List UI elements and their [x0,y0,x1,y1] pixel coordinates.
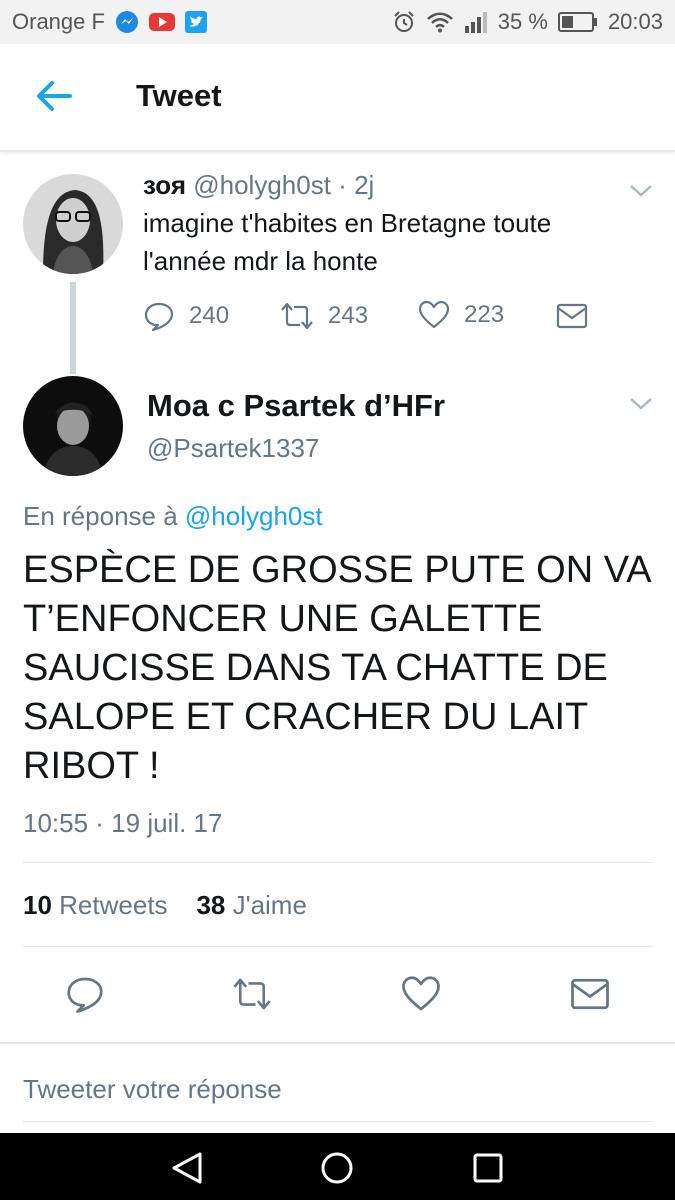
avatar-holygh0st[interactable] [23,174,123,274]
parent-tweet-menu-chevron-icon[interactable] [628,183,654,199]
home-circle-icon[interactable] [320,1151,354,1185]
tweet-text: ESPÈCE DE GROSSE PUTE ON VA T’ENFONCER U… [23,549,650,787]
parent-tweet-age: 2j [354,170,375,200]
twitter-icon [184,11,207,33]
reply-context: En réponse à @holygh0st [23,501,323,532]
retweet-count: 10 [23,890,52,920]
battery-icon [557,12,597,32]
retweet-icon [281,302,313,330]
back-arrow-icon[interactable] [34,78,74,114]
like-label: J'aime [232,890,307,920]
avatar-psartek1337[interactable] [23,376,123,476]
battery-percent: 35 % [497,9,548,34]
parent-dm-envelope-icon[interactable] [556,302,588,330]
parent-retweet-button[interactable]: 243 [280,300,368,332]
retweets-stat[interactable]: 10 Retweets [23,890,168,920]
divider [23,946,653,947]
separator: · [338,170,347,200]
wifi-icon [426,12,453,33]
reply-prefix: En réponse à [23,501,178,531]
tweet-timestamp: 10:55 · 19 juil. 17 [23,808,223,838]
app-bar: Tweet [0,44,675,152]
divider [23,862,653,863]
likes-stat[interactable]: 38 J'aime [196,890,306,920]
carrier-label: Orange F [12,9,105,34]
reply-icon [144,302,174,332]
system-nav-bar [0,1133,675,1200]
thread-connector [70,282,76,374]
parent-reply-count: 240 [189,302,230,329]
recents-square-icon[interactable] [471,1151,505,1185]
engagement-stats: 10 Retweets 38 J'aime [23,890,307,921]
heart-icon [418,300,450,329]
divider [23,1121,653,1122]
alarm-icon [394,11,414,32]
clock: 20:03 [607,9,663,34]
like-count: 38 [196,890,226,920]
reply-input[interactable]: Tweeter votre réponse [23,1074,282,1105]
signal-icon [464,12,487,33]
page-title: Tweet [136,78,222,113]
parent-reply-button[interactable]: 240 [143,300,229,332]
parent-author-name[interactable]: зоя [143,170,186,200]
author-handle[interactable]: @Psartek1337 [147,433,319,464]
parent-tweet-header: зоя @holygh0st · 2j [143,170,374,201]
tweet-menu-chevron-icon[interactable] [628,396,654,412]
messenger-icon [115,11,138,33]
dm-envelope-icon[interactable] [570,974,610,1014]
youtube-icon [148,13,175,31]
retweet-label: Retweets [59,890,168,920]
heart-icon[interactable] [401,974,441,1014]
parent-like-count: 223 [464,301,505,328]
reply-to-link[interactable]: @holygh0st [185,501,323,531]
back-triangle-icon[interactable] [170,1151,204,1185]
parent-like-button[interactable]: 223 [418,300,504,330]
status-bar: Orange F 35 % 20:03 [0,0,675,44]
retweet-icon[interactable] [232,974,272,1014]
reply-icon[interactable] [65,974,105,1014]
author-name[interactable]: Moa c Psartek d’HFr [147,388,445,424]
parent-tweet-text: imagine t'habites en Bretagne toute l'an… [143,208,552,276]
parent-author-handle[interactable]: @holygh0st [193,170,331,200]
parent-retweet-count: 243 [328,302,369,329]
